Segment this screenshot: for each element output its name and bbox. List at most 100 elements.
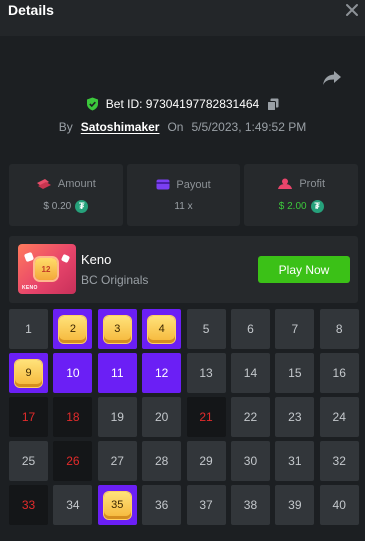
cell-number: 32 (332, 454, 346, 468)
by-label: By (58, 120, 73, 134)
stat-profit-value: $ 2.00 (278, 200, 307, 212)
game-thumbnail[interactable]: 12 KENO (18, 244, 76, 294)
keno-cell-20: 20 (142, 397, 182, 437)
cell-number: 23 (288, 410, 302, 424)
keno-cell-35: 35 (97, 485, 137, 525)
keno-cell-38: 38 (230, 485, 270, 525)
keno-cell-39: 39 (275, 485, 315, 525)
keno-cell-40: 40 (319, 485, 359, 525)
bet-id: Bet ID: 97304197782831464 (105, 97, 260, 111)
cell-number: 17 (21, 410, 36, 424)
user-coin-icon (278, 178, 293, 189)
cell-number: 36 (154, 498, 169, 512)
keno-cell-5: 5 (186, 309, 226, 349)
gem-icon: 2 (59, 315, 87, 343)
stat-profit: Profit $ 2.00 ₮ (244, 164, 359, 226)
verified-shield-icon (86, 97, 98, 111)
cell-number: 28 (154, 454, 169, 468)
game-card: 12 KENO Keno BC Originals Play Now (9, 236, 358, 303)
keno-cell-27: 27 (97, 441, 137, 481)
bet-stats: Amount $ 0.20 ₮ Payout 11 x Profit $ 2.0… (9, 164, 359, 226)
keno-cell-3: 3 (97, 309, 137, 349)
keno-cell-19: 19 (97, 397, 137, 437)
keno-cell-10: 10 (53, 353, 93, 393)
keno-cell-28: 28 (142, 441, 182, 481)
keno-cell-36: 36 (142, 485, 182, 525)
stat-profit-label: Profit (299, 177, 326, 190)
details-header: Details (0, 0, 365, 36)
cell-number: 13 (199, 366, 213, 380)
keno-cell-4: 4 (142, 309, 182, 349)
cell-number: 18 (66, 410, 80, 424)
keno-cell-13: 13 (186, 353, 226, 393)
stat-amount-value: $ 0.20 (43, 200, 72, 212)
chips-icon (36, 178, 51, 189)
cell-number: 27 (110, 454, 124, 468)
cell-number: 6 (247, 322, 254, 336)
cell-number: 25 (21, 454, 36, 468)
stat-payout-value: 11 x (174, 200, 193, 212)
keno-cell-31: 31 (275, 441, 315, 481)
copy-icon[interactable] (267, 98, 279, 111)
keno-cell-21: 21 (186, 397, 226, 437)
stat-payout: Payout 11 x (126, 164, 241, 226)
keno-cell-37: 37 (186, 485, 226, 525)
keno-cell-26: 26 (53, 441, 93, 481)
keno-grid: 1 2 3 4 5 6 7 8 9 10 11 12 13 14 15 16 17 18 19 20 21 22 23 24 2… (9, 309, 361, 525)
keno-cell-33: 33 (9, 485, 48, 525)
cell-number: 30 (243, 454, 258, 468)
keno-cell-14: 14 (230, 353, 270, 393)
cell-number: 24 (332, 410, 346, 424)
keno-cell-9: 9 (9, 353, 48, 393)
cell-number: 1 (25, 322, 32, 336)
username-link[interactable]: Satoshimaker (81, 120, 160, 134)
gem-icon: 4 (148, 315, 176, 343)
keno-cell-34: 34 (53, 485, 93, 525)
cell-number: 15 (288, 366, 302, 380)
keno-cell-12: 12 (142, 353, 182, 393)
keno-cell-17: 17 (9, 397, 48, 437)
keno-ball-icon: 12 (35, 258, 57, 280)
gem-icon: 9 (15, 359, 42, 387)
keno-cell-8: 8 (319, 309, 359, 349)
keno-cell-32: 32 (319, 441, 359, 481)
cell-number: 21 (199, 410, 213, 424)
cell-number: 37 (199, 498, 213, 512)
on-label: On (167, 120, 184, 134)
gem-icon: 3 (103, 315, 131, 343)
keno-cell-2: 2 (53, 309, 93, 349)
bet-datetime: 5/5/2023, 1:49:52 PM (191, 120, 307, 134)
gem-icon: 35 (103, 491, 131, 519)
cell-number: 38 (243, 498, 258, 512)
cell-number: 7 (291, 322, 299, 336)
cell-number: 26 (66, 454, 80, 468)
close-icon[interactable] (345, 3, 359, 17)
share-icon[interactable] (322, 70, 342, 86)
keno-cell-6: 6 (230, 309, 270, 349)
wallet-icon (156, 179, 170, 190)
cell-number: 14 (243, 366, 258, 380)
bet-id-row: Bet ID: 97304197782831464 (0, 95, 365, 113)
cell-number: 16 (332, 366, 346, 380)
cell-number: 19 (110, 410, 124, 424)
tether-icon: ₮ (75, 199, 89, 213)
game-provider: BC Originals (81, 273, 149, 287)
keno-cell-11: 11 (97, 353, 137, 393)
play-now-button[interactable]: Play Now (258, 256, 350, 283)
cell-number: 11 (111, 366, 124, 380)
page-title: Details (8, 2, 54, 18)
stat-amount: Amount $ 0.20 ₮ (9, 164, 123, 226)
cell-number: 31 (288, 454, 302, 468)
cell-number: 8 (335, 322, 343, 336)
keno-cell-18: 18 (53, 397, 93, 437)
keno-cell-25: 25 (9, 441, 48, 481)
game-name: Keno (81, 252, 112, 267)
bet-meta-row: By Satoshimaker On 5/5/2023, 1:49:52 PM (0, 119, 365, 135)
keno-cell-15: 15 (275, 353, 315, 393)
keno-cell-16: 16 (319, 353, 359, 393)
cell-number: 22 (243, 410, 258, 424)
keno-cell-1: 1 (9, 309, 48, 349)
stat-amount-label: Amount (57, 177, 96, 190)
keno-cell-7: 7 (275, 309, 315, 349)
cell-number: 5 (202, 322, 210, 336)
